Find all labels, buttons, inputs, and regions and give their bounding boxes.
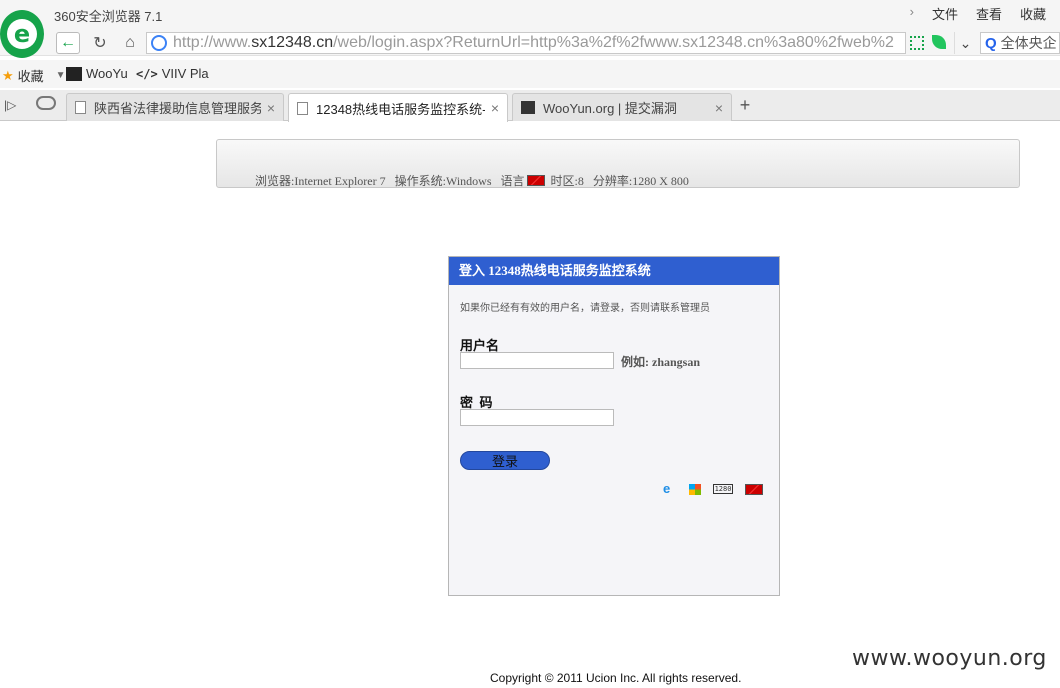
password-field[interactable] [460, 409, 614, 426]
language-flag-icon [745, 483, 763, 495]
page-icon [297, 101, 308, 115]
windows-icon [689, 483, 701, 495]
bookmark-wooyu[interactable]: WooYu [66, 66, 128, 81]
login-hint: 如果你已经有有效的用户名，请登录，否则请联系管理员 [460, 303, 710, 314]
url-host: sx12348.cn [251, 34, 334, 51]
close-icon[interactable]: × [491, 100, 499, 116]
bookmark-viiv[interactable]: </> VIIV Pla [136, 66, 209, 81]
ie-icon: e [663, 481, 671, 496]
close-icon[interactable]: × [267, 100, 275, 116]
client-icons: e 1280 [663, 481, 763, 496]
wooyun-watermark: www.wooyun.org [852, 646, 1047, 671]
tab-wooyun-submit[interactable]: WooYun.org | 提交漏洞 × [512, 93, 732, 121]
timezone-info: 时区:8 [550, 174, 584, 188]
url-text[interactable]: http://www.sx12348.cn/web/login.aspx?Ret… [173, 34, 894, 52]
address-dropdown-button[interactable]: ⌄ [954, 32, 976, 54]
browser-logo-icon[interactable]: e [0, 10, 44, 58]
language-flag-icon [526, 175, 545, 186]
bookmarks-bar: ★ 收藏 ▼ WooYu </> VIIV Pla [0, 60, 1060, 88]
bookmark-favorites[interactable]: ★ 收藏 ▼ [2, 66, 66, 85]
url-path: /web/login.aspx?ReturnUrl=http%3a%2f%2fw… [333, 34, 894, 51]
refresh-button[interactable]: ↻ [88, 32, 112, 54]
search-icon[interactable]: Q [985, 35, 997, 52]
language-info: 语言 [500, 174, 525, 188]
wooyun-icon [521, 101, 535, 114]
page-icon [75, 101, 86, 114]
cloud-icon[interactable] [36, 96, 56, 110]
menu-favorites[interactable]: 收藏 [1020, 4, 1046, 23]
client-info-text: 浏览器:Internet Explorer 7 操作系统:Windows 语言 … [255, 172, 689, 189]
site-info-icon[interactable] [151, 35, 167, 51]
sidebar-toggle-icon[interactable]: |▷ [4, 98, 16, 112]
browser-title-bar: 360安全浏览器 7.1 › 文件 查看 收藏 [0, 0, 1060, 30]
menu-view[interactable]: 查看 [976, 4, 1002, 23]
resolution-1280-icon: 1280 [713, 484, 733, 494]
address-bar[interactable]: http://www.sx12348.cn/web/login.aspx?Ret… [146, 32, 906, 54]
search-input[interactable]: Q 全体央企 [980, 32, 1060, 54]
qr-code-icon[interactable] [910, 36, 924, 50]
code-icon: </> [136, 66, 158, 81]
username-example: 例如: zhangsan [621, 355, 701, 369]
new-tab-button[interactable]: + [736, 95, 754, 116]
login-panel: 登入 12348热线电话服务监控系统 如果你已经有有效的用户名，请登录，否则请联… [448, 256, 780, 596]
tab-legal-aid[interactable]: 陕西省法律援助信息管理服务平 × [66, 93, 284, 121]
window-menu: › 文件 查看 收藏 [910, 4, 1046, 23]
copyright-text: Copyright © 2011 Ucion Inc. All rights r… [490, 671, 742, 685]
tab-strip: |▷ 陕西省法律援助信息管理服务平 × 12348热线电话服务监控系统-- × … [0, 90, 1060, 122]
close-icon[interactable]: × [715, 100, 723, 116]
chevron-right-icon[interactable]: › [910, 4, 914, 23]
back-button[interactable]: ← [56, 32, 80, 54]
search-text: 全体央企 [1000, 35, 1057, 51]
address-toolbar: ← ↻ ⌂ http://www.sx12348.cn/web/login.as… [0, 30, 1060, 56]
browser-title: 360安全浏览器 7.1 [54, 9, 163, 24]
browser-info: 浏览器:Internet Explorer 7 [255, 174, 386, 188]
wooyun-icon [66, 66, 82, 81]
client-info-bar: 浏览器:Internet Explorer 7 操作系统:Windows 语言 … [216, 139, 1020, 188]
star-icon: ★ [2, 67, 14, 83]
tab-12348-monitor[interactable]: 12348热线电话服务监控系统-- × [288, 93, 508, 122]
home-button[interactable]: ⌂ [118, 32, 142, 54]
login-button[interactable]: 登录 [460, 451, 550, 470]
caret-down-icon[interactable]: ▼ [56, 70, 66, 81]
os-info: 操作系统:Windows [394, 174, 492, 188]
menu-file[interactable]: 文件 [932, 4, 958, 23]
username-field[interactable] [460, 352, 614, 369]
login-header: 登入 12348热线电话服务监控系统 [449, 257, 779, 285]
resolution-info: 分辨率:1280 X 800 [592, 174, 689, 188]
leaf-icon[interactable] [932, 35, 946, 49]
